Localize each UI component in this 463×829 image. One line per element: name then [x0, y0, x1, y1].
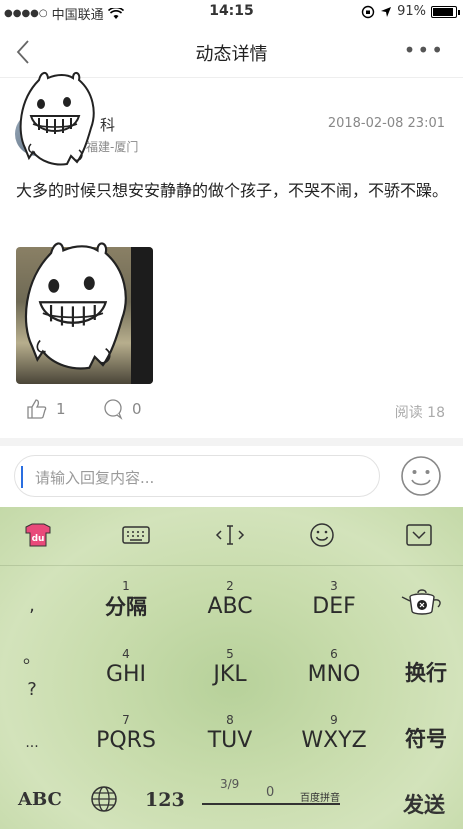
divider	[0, 438, 463, 446]
like-icon	[27, 399, 47, 419]
key-3[interactable]: 3 DEF	[294, 579, 374, 621]
svg-text:du: du	[32, 534, 45, 544]
keyboard-toolbar: du	[0, 507, 463, 563]
comment-count: 0	[132, 400, 142, 418]
abc-key[interactable]: ABC	[18, 789, 62, 810]
newline-key[interactable]: 换行	[405, 657, 447, 687]
like-button[interactable]: 1	[26, 398, 66, 420]
number-key[interactable]: 123	[145, 789, 185, 811]
comment-button[interactable]: 0	[102, 398, 142, 420]
collapse-icon[interactable]	[403, 521, 435, 549]
key-2[interactable]: 2 ABC	[190, 579, 270, 621]
key-9[interactable]: 9 WXYZ	[294, 713, 374, 755]
keyboard-icon[interactable]	[120, 521, 152, 549]
punct-key[interactable]: ,	[22, 595, 42, 616]
key-4[interactable]: 4 GHI	[86, 647, 166, 689]
teapot-icon[interactable]	[400, 585, 444, 619]
reply-placeholder: 请输入回复内容...	[35, 469, 155, 487]
like-count: 1	[56, 400, 66, 418]
symbols-key[interactable]: 符号	[405, 723, 447, 753]
comment-icon	[104, 399, 123, 420]
more-icon[interactable]: •••	[404, 38, 445, 62]
cursor-icon[interactable]	[214, 521, 246, 549]
battery-percent: 91%	[397, 4, 426, 19]
keyboard: du , 。 ? ... 1 分隔 2 ABC 3 DEF 4 GHI 5 JK…	[0, 507, 463, 829]
key-1[interactable]: 1 分隔	[86, 579, 166, 621]
ime-name: 百度拼音	[300, 793, 340, 804]
skin-icon[interactable]: du	[22, 521, 54, 549]
page-title: 动态详情	[195, 44, 268, 65]
post-timestamp: 2018-02-08 23:01	[327, 116, 445, 131]
key-7[interactable]: 7 PQRS	[86, 713, 166, 755]
space-bar-line	[202, 803, 340, 805]
zero-key-label: 0	[266, 785, 275, 800]
keyboard-separator	[0, 565, 463, 566]
send-key[interactable]: 发送	[403, 789, 445, 819]
sticker-icon	[24, 242, 127, 370]
username[interactable]: 科	[100, 114, 115, 135]
page-indicator: 3/9	[220, 777, 240, 791]
sticker-icon	[19, 72, 95, 166]
read-count: 阅读 18	[394, 405, 445, 421]
post-actions: 1 0 阅读 18	[0, 398, 463, 428]
reply-input[interactable]: 请输入回复内容...	[14, 455, 380, 497]
punct-key[interactable]: ...	[22, 735, 42, 751]
location-icon	[381, 6, 392, 17]
rotation-lock-icon	[361, 5, 375, 18]
status-bar: ●●●●○ 中国联通 14:15 91%	[0, 0, 463, 26]
punct-key[interactable]: ?	[22, 679, 42, 700]
post-text: 大多的时候只想安安静静的做个孩子，不哭不闹，不骄不躁。	[16, 181, 449, 200]
battery-icon	[431, 5, 460, 18]
battery-info: 91%	[361, 4, 460, 19]
punct-key[interactable]: 。	[22, 643, 42, 669]
text-cursor	[21, 466, 23, 488]
key-8[interactable]: 8 TUV	[190, 713, 270, 755]
emoji-icon[interactable]	[400, 455, 442, 497]
keyboard-bottom-row: ABC 123 3/9 0 百度拼音 发送	[0, 777, 463, 829]
smiley-icon[interactable]	[306, 521, 338, 549]
globe-icon[interactable]	[90, 785, 118, 813]
key-5[interactable]: 5 JKL	[190, 647, 270, 689]
space-key[interactable]: 3/9 0 百度拼音	[202, 777, 340, 813]
key-6[interactable]: 6 MNO	[294, 647, 374, 689]
